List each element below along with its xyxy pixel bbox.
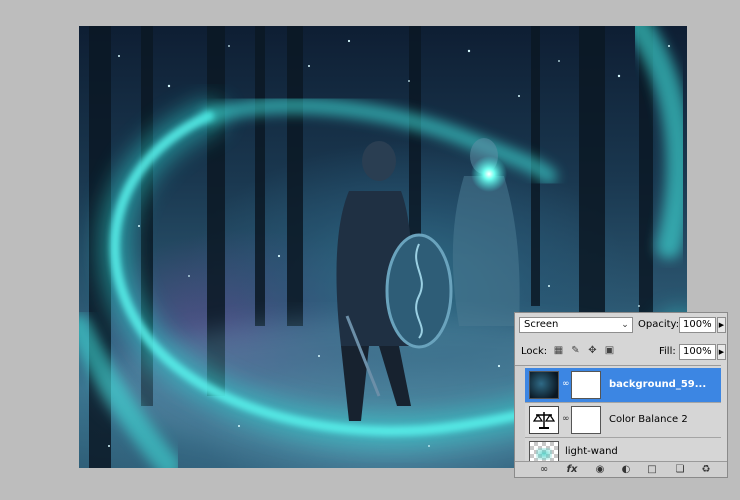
fill-label: Fill:	[659, 346, 676, 357]
mask-icon[interactable]: ◉	[593, 463, 607, 476]
move-icon[interactable]: ✥	[587, 345, 598, 356]
chevron-down-icon: ⌄	[621, 320, 629, 330]
layer-mask-thumbnail	[571, 371, 601, 399]
layer-name: background_59...	[609, 379, 707, 390]
layers-bottom-toolbar: ∞ fx ◉ ◐ □ ❏ ♻	[515, 461, 727, 477]
brush-icon[interactable]: ✎	[570, 345, 581, 356]
opacity-label: Opacity:	[638, 319, 680, 330]
checkerboard-icon[interactable]: ▦	[553, 345, 564, 356]
layer-thumbnail	[529, 371, 559, 399]
layer-thumbnail	[529, 441, 559, 462]
opacity-value: 100%	[683, 319, 712, 330]
new-layer-icon[interactable]: ❏	[673, 463, 687, 476]
adjustment-icon[interactable]: ◐	[619, 463, 633, 476]
layer-name: light-wand	[565, 446, 618, 457]
fill-input[interactable]: 100%	[679, 344, 716, 360]
lock-label: Lock:	[521, 346, 548, 357]
trash-icon[interactable]: ♻	[699, 463, 713, 476]
blend-mode-value: Screen	[524, 319, 559, 330]
layer-row-color-balance[interactable]: ∞ Color Balance 2	[525, 403, 721, 438]
opacity-slider-button[interactable]: ▶	[717, 317, 726, 333]
glowing-orb	[471, 156, 507, 192]
padlock-icon[interactable]: ▣	[604, 345, 615, 356]
layer-mask-thumbnail	[571, 406, 601, 434]
link-icon[interactable]: ∞	[537, 463, 551, 476]
fx-icon[interactable]: fx	[565, 463, 579, 476]
layer-list: ∞ background_59... ∞ Color Balance 2 lig…	[525, 365, 721, 462]
visibility-column[interactable]	[515, 365, 525, 462]
folder-icon[interactable]: □	[645, 463, 659, 476]
layer-row-background[interactable]: ∞ background_59...	[525, 368, 721, 403]
layer-name: Color Balance 2	[609, 414, 688, 425]
layer-row-light-wand[interactable]: light-wand	[525, 438, 721, 462]
fill-value: 100%	[683, 346, 712, 357]
chain-link-icon: ∞	[562, 414, 570, 424]
chain-link-icon: ∞	[562, 379, 570, 389]
blend-mode-dropdown[interactable]: Screen ⌄	[519, 317, 633, 333]
layers-panel: Screen ⌄ Opacity: 100% ▶ Lock: ▦ ✎ ✥ ▣ F…	[514, 312, 728, 478]
balance-scale-icon	[529, 406, 559, 434]
opacity-input[interactable]: 100%	[679, 317, 716, 333]
fill-slider-button[interactable]: ▶	[717, 344, 726, 360]
